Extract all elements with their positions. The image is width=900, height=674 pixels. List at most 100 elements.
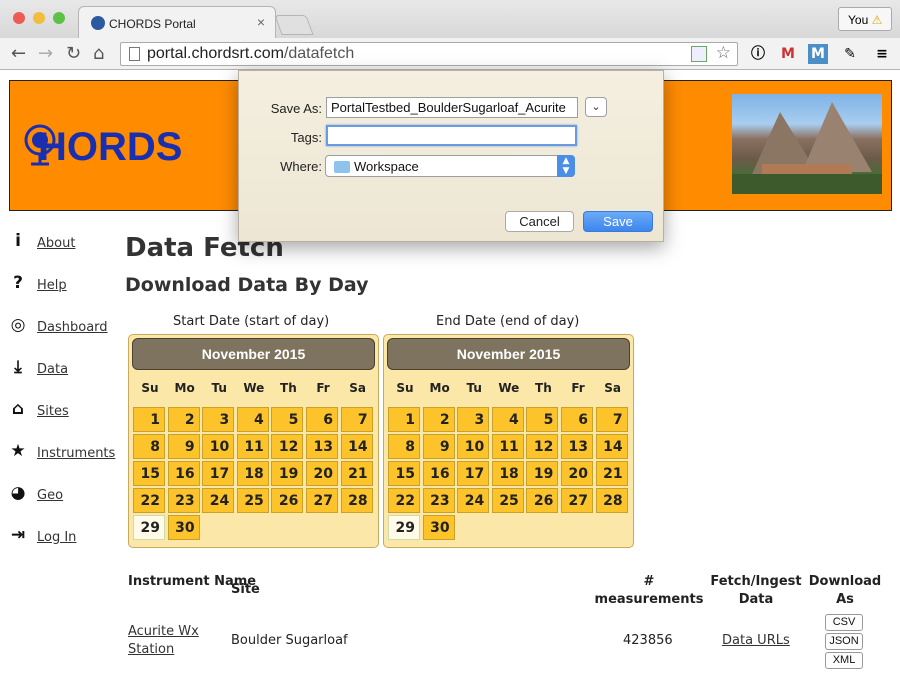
end-day-cell[interactable]: 2 <box>422 407 455 432</box>
start-day-cell[interactable]: 28 <box>340 488 373 513</box>
end-day-cell[interactable]: 18 <box>491 461 524 486</box>
end-day-cell[interactable]: 25 <box>491 488 524 513</box>
end-day-cell[interactable]: 1 <box>388 407 420 432</box>
forward-icon[interactable]: → <box>38 43 53 64</box>
start-day-cell[interactable]: 24 <box>202 488 235 513</box>
sidebar-item-label[interactable]: Instruments <box>37 446 115 461</box>
end-day-cell[interactable]: 29 <box>388 515 420 540</box>
sidebar-item-help[interactable]: ? Help <box>8 273 123 295</box>
end-day-cell[interactable]: 14 <box>595 434 628 459</box>
extension-puzzle-icon[interactable]: ✎ <box>840 44 860 64</box>
sidebar-item-data[interactable]: ⤓ Data <box>8 357 123 379</box>
bookmark-star-icon[interactable]: ☆ <box>716 43 731 63</box>
tab-chords-portal[interactable]: CHORDS Portal × <box>78 6 276 38</box>
end-day-cell[interactable]: 23 <box>422 488 455 513</box>
end-day-cell[interactable]: 16 <box>422 461 455 486</box>
save-button[interactable]: Save <box>583 211 653 232</box>
home-icon[interactable]: ⌂ <box>93 43 104 64</box>
start-day-cell[interactable]: 21 <box>340 461 373 486</box>
sidebar-item-dashboard[interactable]: ◎ Dashboard <box>8 315 123 337</box>
end-day-cell[interactable]: 19 <box>526 461 559 486</box>
end-day-cell[interactable]: 26 <box>526 488 559 513</box>
back-icon[interactable]: ← <box>11 43 26 64</box>
end-day-cell[interactable]: 17 <box>457 461 490 486</box>
end-day-cell[interactable]: 4 <box>491 407 524 432</box>
end-day-cell[interactable]: 8 <box>388 434 420 459</box>
sidebar-item-sites[interactable]: ⌂ Sites <box>8 399 123 421</box>
end-day-cell[interactable]: 30 <box>422 515 455 540</box>
sidebar-item-about[interactable]: i About <box>8 231 123 253</box>
start-day-cell[interactable]: 8 <box>133 434 165 459</box>
site-logo-text[interactable]: HORDS <box>38 125 182 170</box>
end-day-cell[interactable]: 27 <box>561 488 593 513</box>
where-select[interactable]: Workspace ▲ ▼ <box>325 155 575 177</box>
download-xml-button[interactable]: XML <box>825 652 863 669</box>
end-day-cell[interactable]: 13 <box>561 434 593 459</box>
zoom-window-button[interactable] <box>53 12 65 24</box>
end-day-cell[interactable]: 5 <box>526 407 559 432</box>
new-tab-button[interactable] <box>274 15 314 35</box>
start-day-cell[interactable]: 23 <box>167 488 200 513</box>
end-day-cell[interactable]: 24 <box>457 488 490 513</box>
sidebar-item-label[interactable]: Help <box>37 278 67 293</box>
end-day-cell[interactable]: 11 <box>491 434 524 459</box>
sidebar-item-label[interactable]: Sites <box>37 404 69 419</box>
sidebar-item-log-in[interactable]: ⇥ Log In <box>8 525 123 547</box>
download-csv-button[interactable]: CSV <box>825 614 863 631</box>
start-day-cell[interactable]: 29 <box>133 515 165 540</box>
end-day-cell[interactable]: 3 <box>457 407 490 432</box>
sidebar-item-label[interactable]: Geo <box>37 488 63 503</box>
end-day-cell[interactable]: 28 <box>595 488 628 513</box>
start-day-cell[interactable]: 20 <box>306 461 338 486</box>
end-day-cell[interactable]: 21 <box>595 461 628 486</box>
start-day-cell[interactable]: 17 <box>202 461 235 486</box>
minimize-window-button[interactable] <box>33 12 45 24</box>
end-day-cell[interactable]: 9 <box>422 434 455 459</box>
sidebar-item-label[interactable]: Dashboard <box>37 320 108 335</box>
end-day-cell[interactable]: 20 <box>561 461 593 486</box>
sidebar-item-label[interactable]: About <box>37 236 75 251</box>
start-day-cell[interactable]: 9 <box>167 434 200 459</box>
profile-button[interactable]: You ⚠ <box>838 7 892 31</box>
tags-field[interactable] <box>326 125 577 146</box>
end-day-cell[interactable]: 10 <box>457 434 490 459</box>
expand-dialog-chevron-icon[interactable]: ⌄ <box>585 97 607 117</box>
end-day-cell[interactable]: 6 <box>561 407 593 432</box>
start-day-cell[interactable]: 7 <box>340 407 373 432</box>
start-day-cell[interactable]: 16 <box>167 461 200 486</box>
start-day-cell[interactable]: 5 <box>271 407 304 432</box>
start-day-cell[interactable]: 12 <box>271 434 304 459</box>
start-day-cell[interactable]: 4 <box>236 407 269 432</box>
end-day-cell[interactable]: 7 <box>595 407 628 432</box>
start-day-cell[interactable]: 27 <box>306 488 338 513</box>
start-day-cell[interactable]: 25 <box>236 488 269 513</box>
start-day-cell[interactable]: 14 <box>340 434 373 459</box>
menu-icon[interactable]: ≡ <box>872 44 892 64</box>
sidebar-item-label[interactable]: Log In <box>37 530 76 545</box>
end-day-cell[interactable]: 22 <box>388 488 420 513</box>
start-day-cell[interactable]: 1 <box>133 407 165 432</box>
extension-m-icon[interactable]: M <box>808 44 828 64</box>
address-bar[interactable]: portal.chordsrt.com/datafetch ☆ <box>120 42 738 66</box>
start-day-cell[interactable]: 6 <box>306 407 338 432</box>
start-day-cell[interactable]: 13 <box>306 434 338 459</box>
start-day-cell[interactable]: 10 <box>202 434 235 459</box>
gmail-icon[interactable]: M <box>778 44 798 64</box>
extension-info-icon[interactable]: ⓘ <box>748 44 768 64</box>
start-day-cell[interactable]: 15 <box>133 461 165 486</box>
start-day-cell[interactable]: 18 <box>236 461 269 486</box>
sidebar-item-geo[interactable]: ◕ Geo <box>8 483 123 505</box>
start-day-cell[interactable]: 19 <box>271 461 304 486</box>
close-window-button[interactable] <box>13 12 25 24</box>
start-day-cell[interactable]: 22 <box>133 488 165 513</box>
tab-close-icon[interactable]: × <box>257 14 265 30</box>
rss-icon[interactable] <box>691 46 707 62</box>
download-json-button[interactable]: JSON <box>825 633 863 650</box>
start-day-cell[interactable]: 30 <box>167 515 200 540</box>
sidebar-item-instruments[interactable]: ★ Instruments <box>8 441 123 463</box>
data-urls-link[interactable]: Data URLs <box>722 633 790 648</box>
reload-icon[interactable]: ↻ <box>66 43 81 64</box>
end-day-cell[interactable]: 15 <box>388 461 420 486</box>
start-day-cell[interactable]: 26 <box>271 488 304 513</box>
instrument-link[interactable]: Acurite Wx Station <box>128 623 218 659</box>
